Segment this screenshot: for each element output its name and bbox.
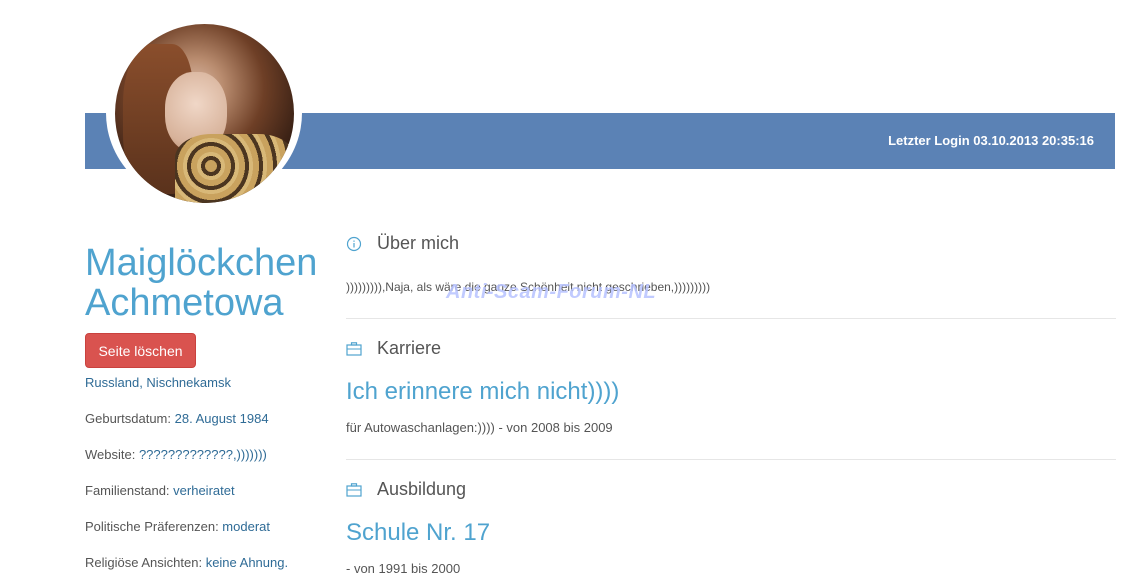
- religion-field: Religiöse Ansichten: keine Ahnung.: [85, 555, 289, 570]
- divider: [346, 318, 1116, 319]
- career-heading: Karriere: [346, 338, 441, 359]
- relationship-field: Familienstand: verheiratet: [85, 483, 235, 498]
- briefcase-icon: [346, 482, 362, 497]
- political-field: Politische Präferenzen: moderat: [85, 519, 270, 534]
- education-detail: - von 1991 bis 2000: [346, 561, 461, 576]
- relationship-value[interactable]: verheiratet: [173, 483, 234, 498]
- avatar-frame: [106, 21, 302, 205]
- website-link[interactable]: ?????????????,))))))): [139, 447, 267, 462]
- religion-value[interactable]: keine Ahnung.: [206, 555, 288, 570]
- divider: [346, 459, 1116, 460]
- birthdate-field: Geburtsdatum: 28. August 1984: [85, 411, 269, 426]
- education-heading: Ausbildung: [346, 479, 466, 500]
- birthdate-value[interactable]: 28. August 1984: [175, 411, 269, 426]
- watermark: Anti-Scam-Forum-NL: [446, 281, 657, 303]
- first-name: Maiglöckchen: [85, 242, 318, 284]
- website-field: Website: ?????????????,))))))): [85, 447, 267, 462]
- last-name: Achmetowa: [85, 282, 284, 324]
- profile-name: Maiglöckchen Achmetowa: [85, 243, 317, 323]
- political-value[interactable]: moderat: [222, 519, 270, 534]
- last-login-text: Letzter Login 03.10.2013 20:35:16: [888, 133, 1094, 148]
- info-icon: [346, 236, 362, 251]
- delete-page-button[interactable]: Seite löschen: [85, 333, 196, 368]
- career-detail: für Autowaschanlagen:)))) - von 2008 bis…: [346, 420, 613, 435]
- about-heading: Über mich: [346, 233, 459, 254]
- education-title: Schule Nr. 17: [346, 519, 491, 546]
- location[interactable]: Russland, Nischnekamsk: [85, 375, 231, 390]
- career-title: Ich erinnere mich nicht)))): [346, 378, 620, 405]
- briefcase-icon: [346, 341, 362, 356]
- avatar[interactable]: [115, 24, 294, 203]
